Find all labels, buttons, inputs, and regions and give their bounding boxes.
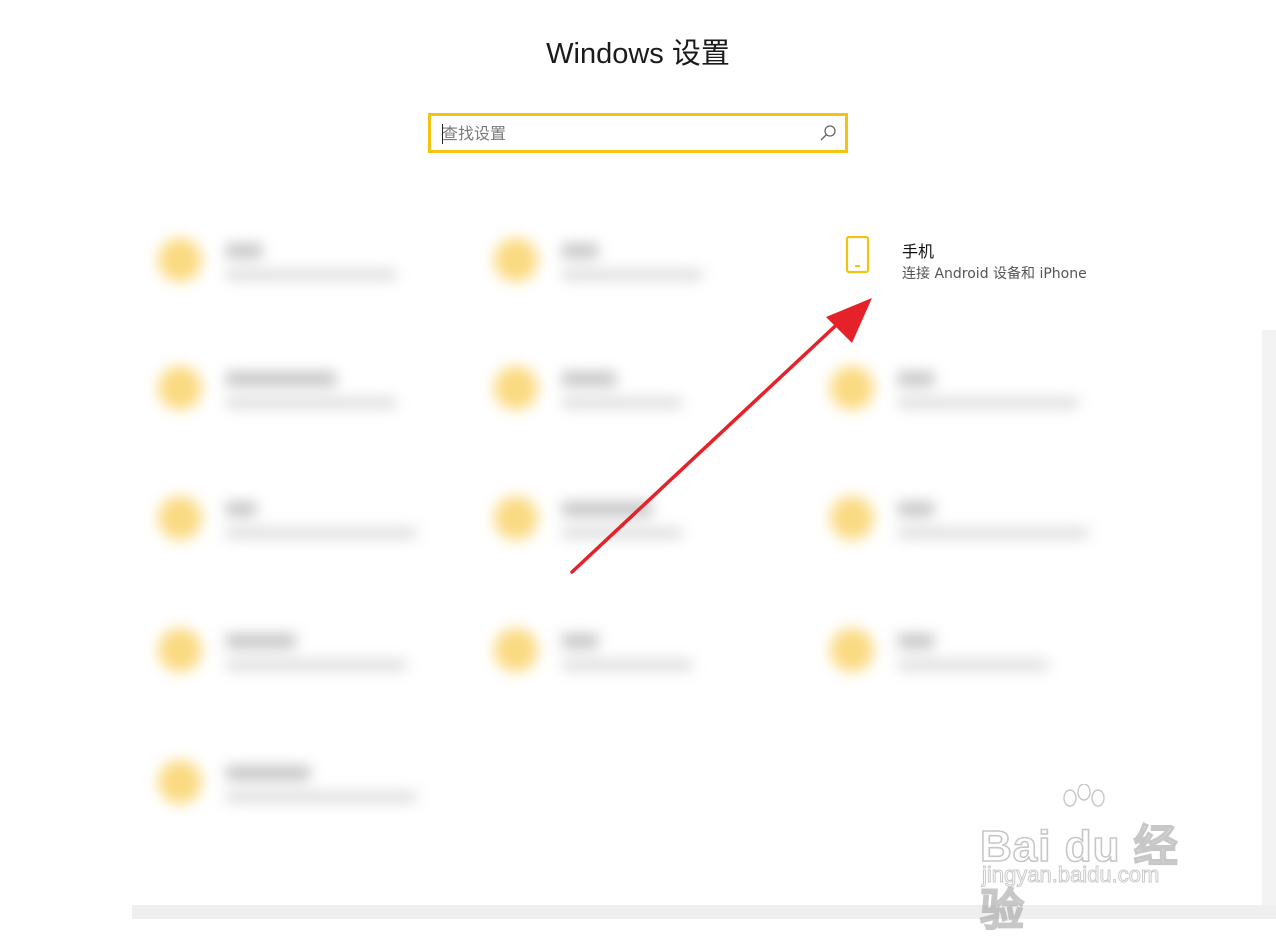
- watermark-url: jingyan.baidu.com: [981, 862, 1160, 888]
- arrow-head: [826, 298, 872, 343]
- baidu-watermark: Bai du 经验 jingyan.baidu.com: [976, 784, 1216, 936]
- annotation-arrow: [570, 298, 872, 574]
- arrow-shaft: [570, 314, 848, 574]
